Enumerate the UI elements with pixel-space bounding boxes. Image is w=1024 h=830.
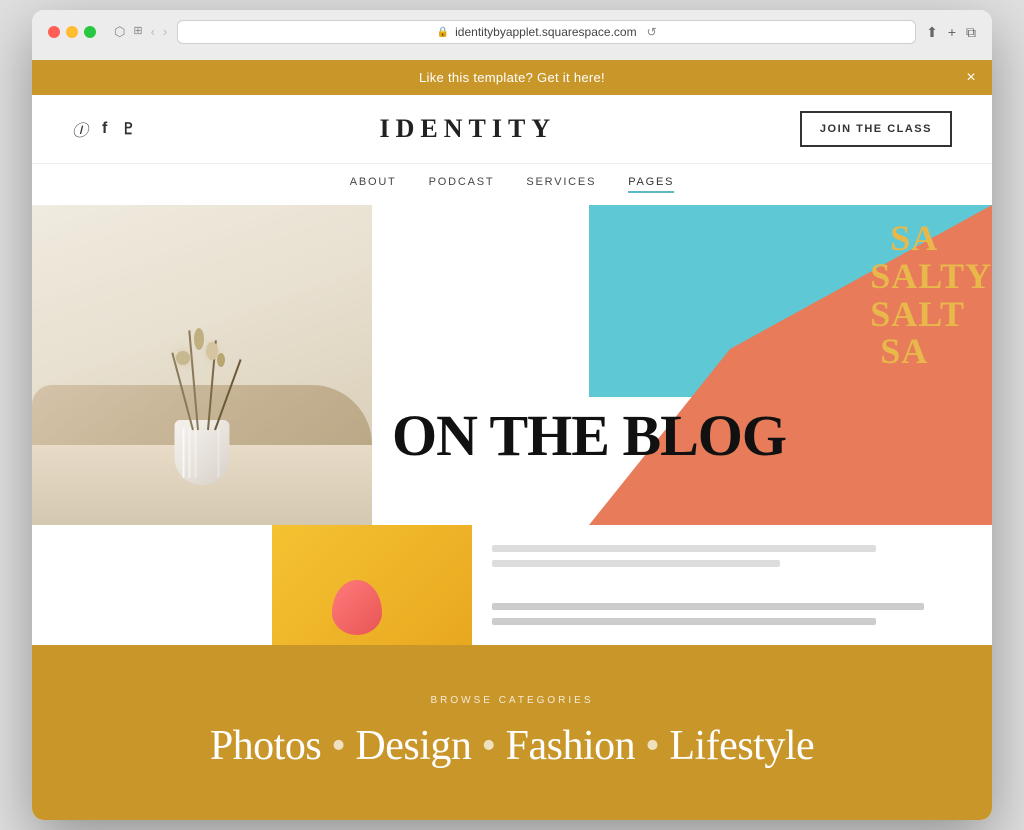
site-header: Ⓘ f ♇ IDENTITY JOIN THE CLASS (32, 95, 992, 164)
announcement-text: Like this template? Get it here! (419, 70, 605, 85)
pinterest-icon[interactable]: ♇ (121, 119, 135, 139)
separator-1: • (331, 723, 355, 769)
instagram-icon[interactable]: Ⓘ (72, 117, 88, 141)
category-photos[interactable]: Photos (210, 723, 321, 769)
salty-line-4: SA (870, 333, 992, 371)
category-design[interactable]: Design (355, 723, 471, 769)
new-tab-button[interactable]: + (948, 24, 956, 41)
nav-item-services[interactable]: SERVICES (526, 176, 596, 193)
hero-left-image (32, 205, 372, 525)
browser-nav-controls: ⬡ ⊞ ‹ › (114, 24, 167, 40)
site-logo[interactable]: IDENTITY (380, 114, 557, 144)
blog-title-container: ON THE BLOG (392, 407, 786, 465)
lock-icon: 🔒 (437, 27, 449, 38)
floral-background (32, 205, 372, 525)
browser-dots (48, 26, 96, 38)
placeholder-bar-1 (492, 545, 876, 552)
category-fashion[interactable]: Fashion (506, 723, 636, 769)
browse-categories-label: BROWSE CATEGORIES (72, 695, 952, 706)
placeholder-bar-3 (492, 603, 924, 610)
nav-item-about[interactable]: ABOUT (350, 176, 397, 193)
minimize-dot[interactable] (66, 26, 78, 38)
close-dot[interactable] (48, 26, 60, 38)
share-button[interactable]: ⬆ (926, 24, 938, 41)
hero-section: SA SALTY SALT SA ON THE BLOG (32, 205, 992, 525)
announcement-bar: Like this template? Get it here! × (32, 60, 992, 95)
blog-title: ON THE BLOG (392, 407, 786, 465)
join-class-button[interactable]: JOIN THE CLASS (800, 111, 952, 147)
hero-right-image: SA SALTY SALT SA ON THE BLOG (372, 205, 992, 525)
browser-window: ⬡ ⊞ ‹ › 🔒 identitybyapplet.squarespace.c… (32, 10, 992, 820)
social-icons: Ⓘ f ♇ (72, 117, 136, 141)
announcement-close-button[interactable]: × (966, 69, 976, 87)
content-thumbnail-1 (272, 525, 472, 645)
content-placeholder-area (472, 525, 992, 645)
placeholder-bar-2 (492, 560, 780, 567)
nav-item-podcast[interactable]: PODCAST (429, 176, 495, 193)
separator-3: • (645, 723, 669, 769)
categories-list: Photos • Design • Fashion • Lifestyle (72, 722, 952, 770)
duplicate-button[interactable]: ⧉ (966, 24, 976, 41)
maximize-dot[interactable] (84, 26, 96, 38)
facebook-icon[interactable]: f (102, 120, 107, 138)
thumbnail-background (272, 525, 472, 645)
salty-line-1: SA (870, 220, 992, 258)
url-text: identitybyapplet.squarespace.com (455, 25, 636, 39)
address-bar[interactable]: 🔒 identitybyapplet.squarespace.com ↺ (177, 20, 916, 44)
nav-item-pages[interactable]: PAGES (628, 176, 674, 193)
placeholder-bar-4 (492, 618, 876, 625)
back-button[interactable]: ⬡ (114, 24, 125, 40)
browser-titlebar: ⬡ ⊞ ‹ › 🔒 identitybyapplet.squarespace.c… (48, 20, 976, 44)
forward-arrow-button[interactable]: › (163, 24, 167, 40)
website-content: Like this template? Get it here! × Ⓘ f ♇… (32, 60, 992, 820)
salty-text-overlay: SA SALTY SALT SA (870, 220, 992, 371)
browser-action-buttons: ⬆ + ⧉ (926, 24, 976, 41)
content-preview-row (32, 525, 992, 645)
categories-section: BROWSE CATEGORIES Photos • Design • Fash… (32, 645, 992, 820)
salty-line-3: SALT (870, 296, 992, 334)
browser-tabs-bar (48, 52, 976, 60)
separator-2: • (481, 723, 505, 769)
window-grid-button[interactable]: ⊞ (133, 24, 142, 40)
site-nav: ABOUT PODCAST SERVICES PAGES (32, 164, 992, 205)
reload-icon[interactable]: ↺ (647, 25, 657, 39)
category-lifestyle[interactable]: Lifestyle (669, 723, 814, 769)
browser-chrome: ⬡ ⊞ ‹ › 🔒 identitybyapplet.squarespace.c… (32, 10, 992, 60)
salty-line-2: SALTY (870, 258, 992, 296)
fruit-decoration (332, 580, 382, 635)
back-arrow-button[interactable]: ‹ (151, 24, 155, 40)
